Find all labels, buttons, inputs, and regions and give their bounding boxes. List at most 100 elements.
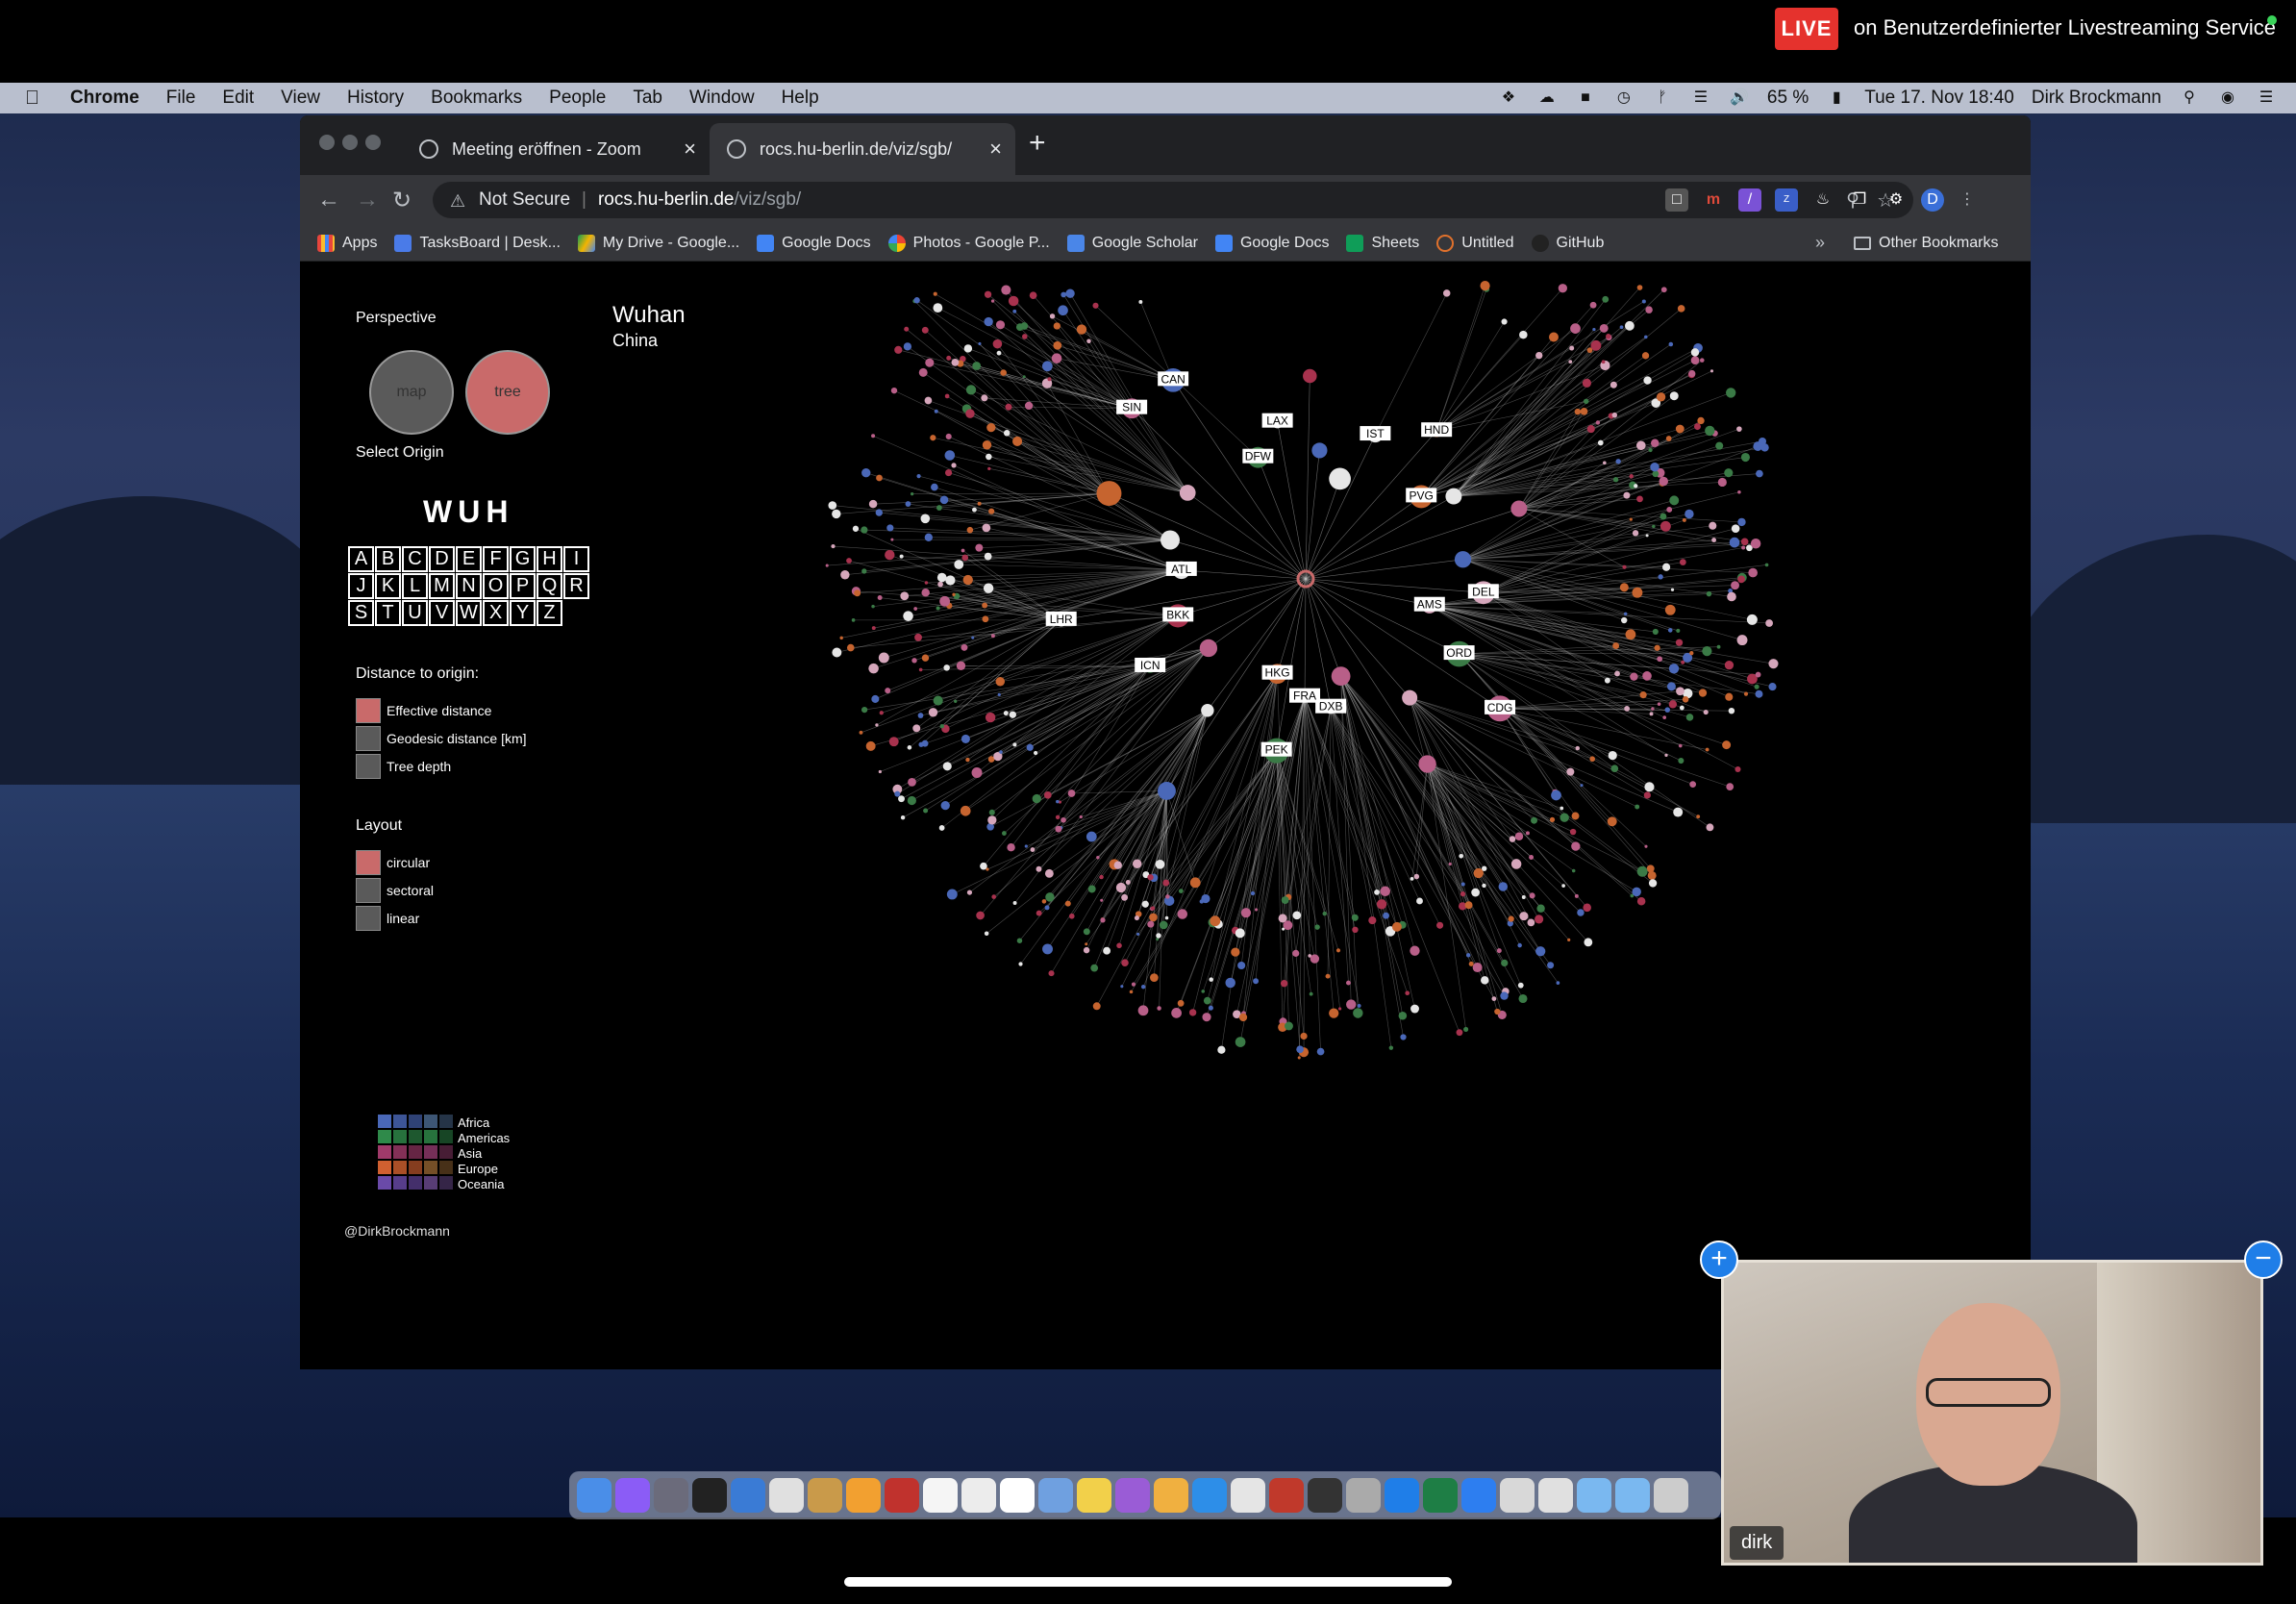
window-zoom-button[interactable]	[365, 135, 381, 150]
tab-zoom[interactable]: Meeting eröffnen - Zoom ×	[402, 123, 710, 175]
airport-node[interactable]	[1016, 938, 1023, 943]
airport-node[interactable]	[1705, 425, 1715, 437]
layout-sectoral-option[interactable]: sectoral	[387, 883, 434, 898]
airport-node[interactable]	[1699, 358, 1705, 363]
doc-icon[interactable]	[1500, 1478, 1535, 1513]
numbers-icon[interactable]	[846, 1478, 881, 1513]
airport-node[interactable]	[846, 643, 855, 652]
airport-node[interactable]	[1179, 485, 1196, 501]
airport-node[interactable]	[1448, 862, 1452, 866]
airport-node[interactable]	[1374, 890, 1380, 895]
airport-node[interactable]	[1201, 704, 1214, 717]
ghost-extension-icon[interactable]: ♨	[1811, 188, 1834, 212]
zoom-icon[interactable]	[1461, 1478, 1496, 1513]
airport-node[interactable]	[1610, 381, 1617, 388]
pen-extension-icon[interactable]: /	[1738, 188, 1761, 212]
airport-node[interactable]	[1283, 920, 1293, 931]
airport-node[interactable]	[1682, 517, 1686, 522]
airport-node[interactable]	[1132, 859, 1142, 868]
airport-node[interactable]	[1322, 911, 1327, 916]
airport-node[interactable]	[982, 523, 991, 533]
airport-node[interactable]	[1551, 789, 1561, 801]
battery-icon[interactable]: ▮	[1826, 88, 1847, 108]
airport-node[interactable]	[1510, 859, 1522, 869]
airport-node[interactable]	[1728, 707, 1735, 714]
bookmark-google-docs[interactable]: Google Docs	[757, 234, 871, 252]
airport-node[interactable]	[918, 741, 924, 747]
airport-node[interactable]	[954, 560, 964, 569]
airport-node[interactable]	[832, 647, 842, 658]
airport-node[interactable]	[1045, 892, 1055, 902]
airport-node[interactable]	[1724, 661, 1734, 670]
letter-key[interactable]: I	[563, 546, 589, 572]
letter-key[interactable]: A	[348, 546, 374, 572]
airport-node[interactable]	[1726, 783, 1734, 791]
flower-icon[interactable]	[1115, 1478, 1150, 1513]
airport-node[interactable]	[1583, 903, 1591, 913]
tasks-icon[interactable]	[615, 1478, 650, 1513]
airport-node[interactable]	[885, 688, 891, 694]
airport-node[interactable]	[1703, 710, 1709, 715]
volume-icon[interactable]: 🔊	[1729, 88, 1750, 108]
airport-node[interactable]	[1380, 886, 1390, 897]
trash-icon[interactable]	[1654, 1478, 1688, 1513]
airport-label[interactable]: PEK	[1260, 741, 1292, 757]
airport-node[interactable]	[1164, 915, 1169, 920]
excel-icon[interactable]	[1423, 1478, 1458, 1513]
airport-node[interactable]	[1517, 982, 1524, 989]
airport-node[interactable]	[1150, 906, 1156, 911]
terminal-icon[interactable]	[692, 1478, 727, 1513]
airport-node[interactable]	[951, 358, 960, 366]
airport-node[interactable]	[972, 362, 982, 370]
airport-node[interactable]	[988, 809, 995, 815]
airport-node[interactable]	[986, 453, 992, 461]
menu-view[interactable]: View	[281, 88, 320, 109]
airport-node[interactable]	[1292, 949, 1300, 957]
airport-node[interactable]	[1690, 356, 1700, 365]
airport-node[interactable]	[1044, 905, 1050, 911]
airport-node[interactable]	[934, 409, 938, 414]
airport-node[interactable]	[1603, 461, 1607, 465]
airport-node[interactable]	[1049, 313, 1056, 319]
airport-node[interactable]	[1150, 973, 1159, 982]
airport-node[interactable]	[1560, 813, 1569, 822]
airport-node[interactable]	[1463, 1026, 1469, 1033]
airport-node[interactable]	[875, 509, 884, 516]
airport-node[interactable]	[871, 604, 875, 609]
airport-node[interactable]	[1660, 513, 1667, 520]
airport-node[interactable]	[1092, 1002, 1101, 1011]
airport-label[interactable]: DFW	[1242, 448, 1274, 464]
airport-node[interactable]	[865, 740, 876, 751]
airport-node[interactable]	[1036, 865, 1042, 872]
airport-node[interactable]	[1029, 291, 1037, 300]
letter-key[interactable]: H	[537, 546, 562, 572]
airport-node[interactable]	[1717, 477, 1727, 488]
airport-node[interactable]	[938, 825, 945, 831]
airport-node[interactable]	[1660, 287, 1667, 293]
airport-node[interactable]	[1650, 462, 1660, 472]
airport-node[interactable]	[965, 757, 970, 763]
airport-node[interactable]	[1217, 1045, 1226, 1054]
airport-node[interactable]	[933, 291, 937, 296]
airport-node[interactable]	[1076, 324, 1087, 335]
airport-node[interactable]	[1026, 743, 1034, 751]
airport-node[interactable]	[1645, 306, 1653, 313]
airport-node[interactable]	[1255, 908, 1259, 912]
airport-node[interactable]	[1012, 436, 1023, 446]
close-tab-icon[interactable]: ×	[684, 137, 696, 162]
airport-node[interactable]	[1501, 318, 1508, 325]
acrobat-icon[interactable]	[885, 1478, 919, 1513]
more-menu-icon[interactable]: ⋮	[1956, 188, 1979, 212]
airport-node[interactable]	[1632, 530, 1639, 537]
airport-node[interactable]	[1604, 677, 1610, 684]
airport-node[interactable]	[1009, 711, 1016, 718]
airport-node[interactable]	[1731, 524, 1740, 533]
airport-node[interactable]	[1012, 900, 1017, 905]
airport-node[interactable]	[1635, 440, 1646, 451]
airport-node[interactable]	[1159, 920, 1168, 930]
airport-node[interactable]	[1641, 299, 1646, 304]
airport-node[interactable]	[963, 344, 973, 353]
airport-node[interactable]	[1668, 341, 1674, 347]
airport-node[interactable]	[1660, 520, 1671, 532]
airport-node[interactable]	[903, 611, 913, 621]
